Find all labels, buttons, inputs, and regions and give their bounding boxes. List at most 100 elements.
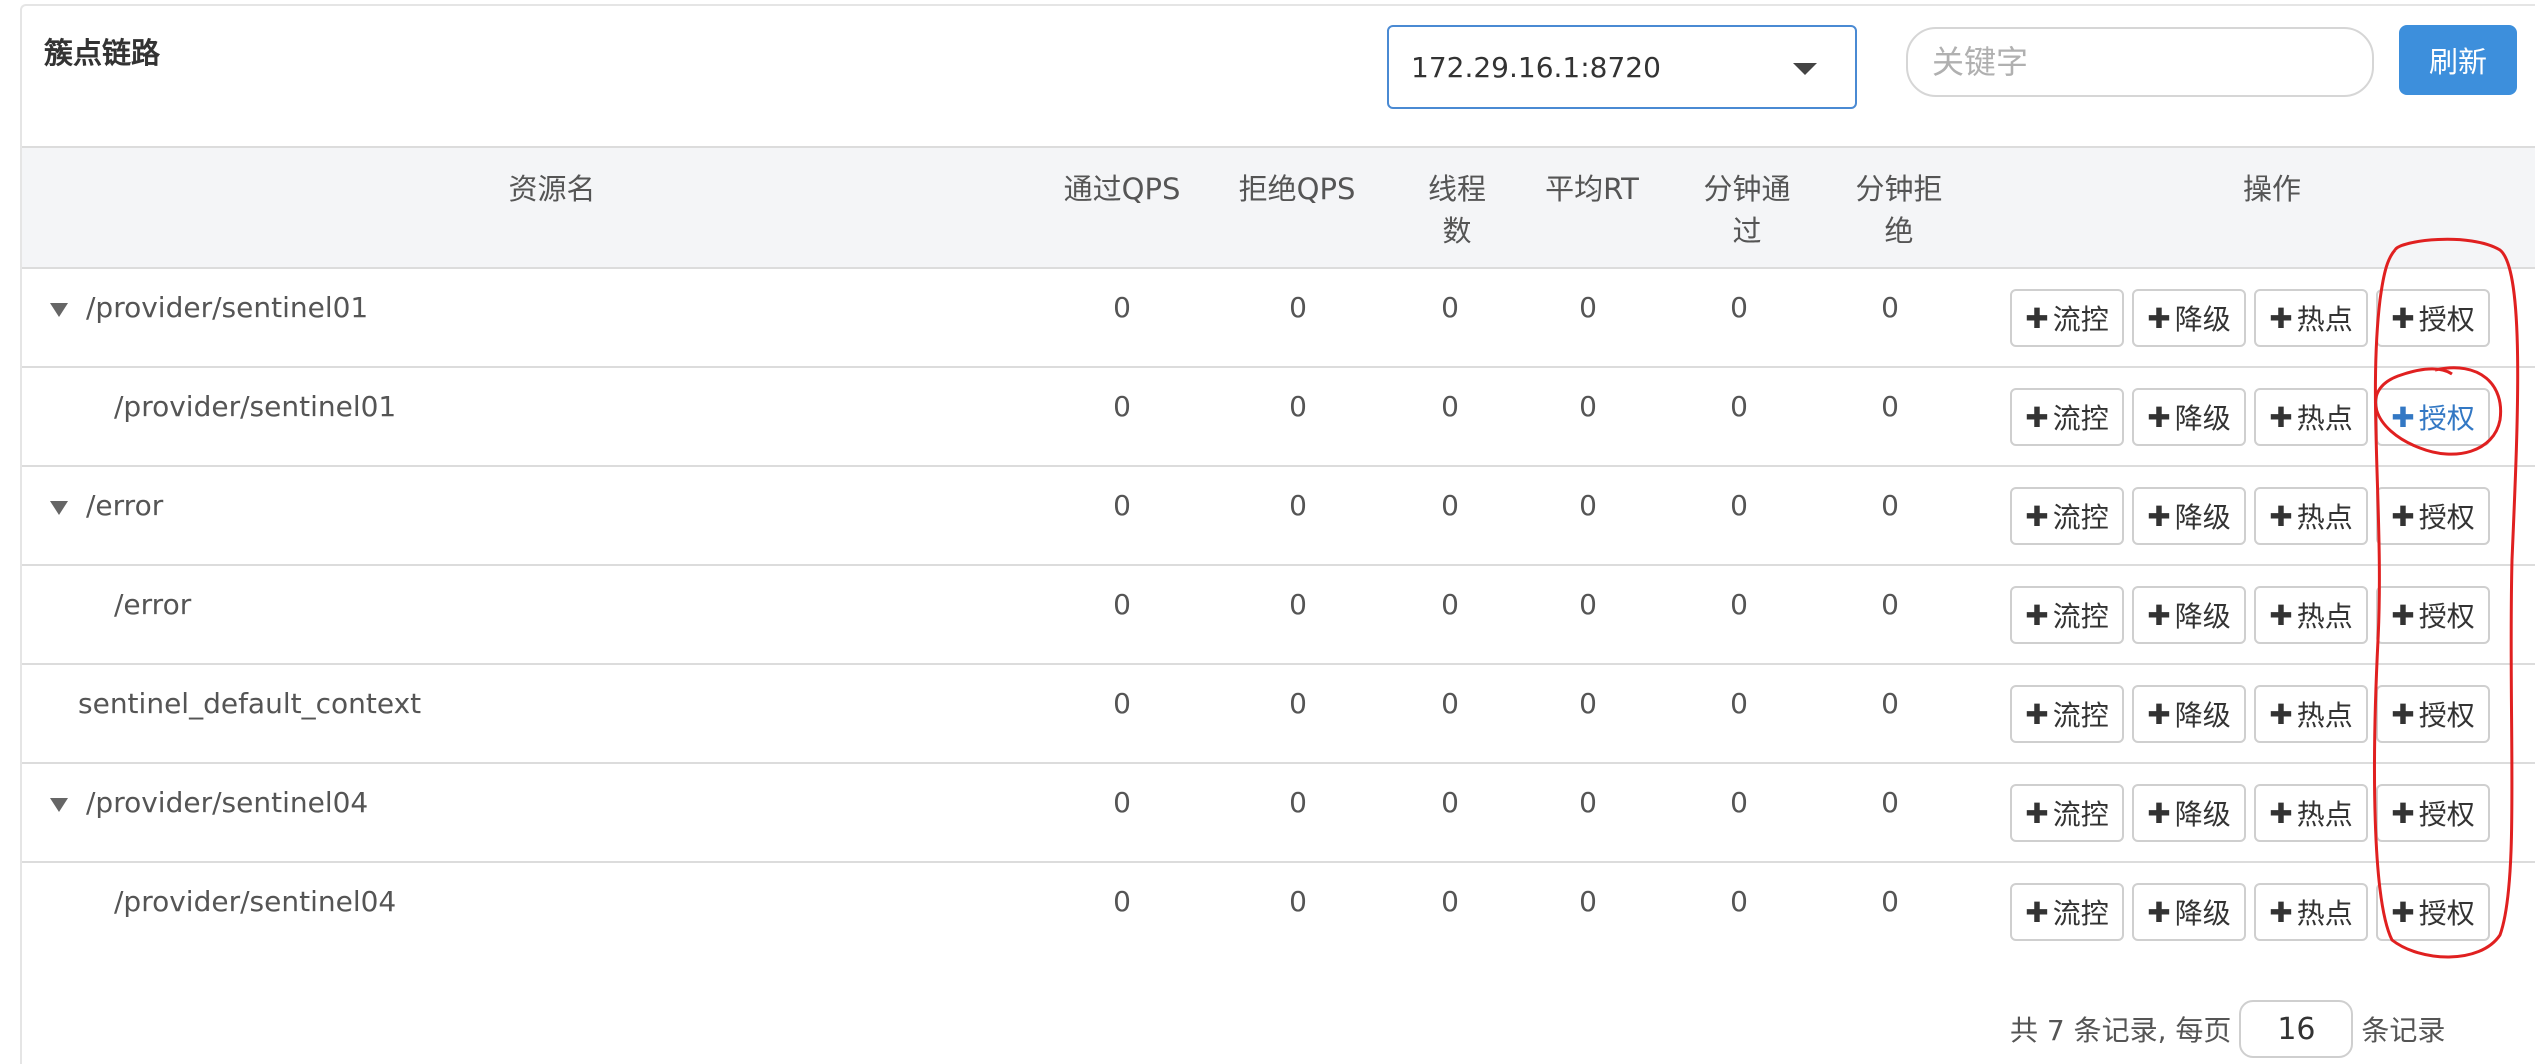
block-qps: 0	[1289, 489, 1307, 522]
threads: 0	[1441, 489, 1459, 522]
refresh-button[interactable]: 刷新	[2399, 25, 2517, 95]
plus-icon: ✚	[2391, 499, 2415, 533]
hot-param-rule-button[interactable]: ✚ 热点	[2254, 289, 2368, 347]
plus-icon: ✚	[2025, 895, 2049, 929]
plus-icon: ✚	[2269, 697, 2293, 731]
auth-rule-button[interactable]: ✚ 授权	[2376, 883, 2490, 941]
plus-icon: ✚	[2025, 697, 2049, 731]
threads: 0	[1441, 588, 1459, 621]
block-qps: 0	[1289, 687, 1307, 720]
col-threads-line2: 数	[1442, 214, 1472, 248]
flow-rule-button[interactable]: ✚ 流控	[2010, 883, 2124, 941]
threads: 0	[1441, 687, 1459, 720]
degrade-rule-button[interactable]: ✚ 降级	[2132, 586, 2246, 644]
plus-icon: ✚	[2147, 499, 2171, 533]
col-min-block: 分钟拒 绝	[1834, 168, 1964, 252]
avg-rt: 0	[1579, 885, 1597, 918]
plus-icon: ✚	[2147, 598, 2171, 632]
degrade-rule-button[interactable]: ✚ 降级	[2132, 289, 2246, 347]
plus-icon: ✚	[2391, 598, 2415, 632]
auth-rule-button[interactable]: ✚ 授权	[2376, 586, 2490, 644]
auth-rule-button[interactable]: ✚ 授权	[2376, 784, 2490, 842]
page-size-input[interactable]	[2239, 1000, 2354, 1058]
min-pass: 0	[1730, 390, 1748, 423]
hot-param-rule-button[interactable]: ✚ 热点	[2254, 883, 2368, 941]
degrade-rule-button[interactable]: ✚ 降级	[2132, 388, 2246, 446]
resource-name: /provider/sentinel01	[86, 291, 369, 324]
resource-name: /provider/sentinel04	[86, 786, 369, 819]
collapse-toggle-icon[interactable]	[50, 798, 68, 812]
plus-icon: ✚	[2269, 400, 2293, 434]
flow-rule-button[interactable]: ✚ 流控	[2010, 586, 2124, 644]
pagination-suffix: 条记录	[2361, 1014, 2446, 1047]
min-block: 0	[1881, 291, 1899, 324]
col-min-pass: 分钟通 过	[1682, 168, 1812, 252]
flow-rule-button[interactable]: ✚ 流控	[2010, 388, 2124, 446]
flow-rule-button[interactable]: ✚ 流控	[2010, 685, 2124, 743]
keyword-search-input[interactable]	[1906, 27, 2374, 97]
min-block: 0	[1881, 687, 1899, 720]
degrade-rule-button[interactable]: ✚ 降级	[2132, 784, 2246, 842]
plus-icon: ✚	[2269, 301, 2293, 335]
plus-icon: ✚	[2391, 796, 2415, 830]
avg-rt: 0	[1579, 291, 1597, 324]
hot-param-rule-button[interactable]: ✚ 热点	[2254, 685, 2368, 743]
machine-select[interactable]: 172.29.16.1:8720	[1387, 25, 1857, 109]
plus-icon: ✚	[2025, 796, 2049, 830]
min-pass: 0	[1730, 885, 1748, 918]
avg-rt: 0	[1579, 588, 1597, 621]
plus-icon: ✚	[2269, 796, 2293, 830]
hot-param-rule-button[interactable]: ✚ 热点	[2254, 388, 2368, 446]
auth-rule-button[interactable]: ✚ 授权	[2376, 289, 2490, 347]
block-qps: 0	[1289, 885, 1307, 918]
hot-param-rule-button[interactable]: ✚ 热点	[2254, 586, 2368, 644]
col-min-block-line2: 绝	[1884, 214, 1914, 248]
min-block: 0	[1881, 588, 1899, 621]
col-min-pass-line2: 过	[1732, 214, 1762, 248]
threads: 0	[1441, 885, 1459, 918]
min-block: 0	[1881, 885, 1899, 918]
auth-rule-button[interactable]: ✚ 授权	[2376, 388, 2490, 446]
plus-icon: ✚	[2269, 499, 2293, 533]
avg-rt: 0	[1579, 489, 1597, 522]
degrade-rule-button[interactable]: ✚ 降级	[2132, 685, 2246, 743]
pass-qps: 0	[1113, 489, 1131, 522]
hot-param-rule-button[interactable]: ✚ 热点	[2254, 784, 2368, 842]
plus-icon: ✚	[2391, 301, 2415, 335]
plus-icon: ✚	[2147, 796, 2171, 830]
auth-rule-button[interactable]: ✚ 授权	[2376, 487, 2490, 545]
block-qps: 0	[1289, 786, 1307, 819]
plus-icon: ✚	[2147, 895, 2171, 929]
pagination: 共 7 条记录, 每页 条记录	[2010, 1000, 2445, 1058]
col-block-qps: 拒绝QPS	[1238, 172, 1356, 206]
auth-rule-button[interactable]: ✚ 授权	[2376, 685, 2490, 743]
table-row: /provider/sentinel01 0 0 0 0 0 0 ✚ 流控 ✚ 降级…	[22, 368, 2535, 467]
plus-icon: ✚	[2147, 400, 2171, 434]
block-qps: 0	[1289, 588, 1307, 621]
plus-icon: ✚	[2391, 400, 2415, 434]
collapse-toggle-icon[interactable]	[50, 501, 68, 515]
page-title: 簇点链路	[44, 36, 161, 70]
plus-icon: ✚	[2391, 895, 2415, 929]
resource-name: /provider/sentinel04	[114, 885, 397, 918]
pass-qps: 0	[1113, 786, 1131, 819]
plus-icon: ✚	[2147, 697, 2171, 731]
degrade-rule-button[interactable]: ✚ 降级	[2132, 487, 2246, 545]
plus-icon: ✚	[2147, 301, 2171, 335]
flow-rule-button[interactable]: ✚ 流控	[2010, 784, 2124, 842]
table-row: sentinel_default_context 0 0 0 0 0 0 ✚ 流控…	[22, 665, 2535, 764]
table-row: /provider/sentinel04 0 0 0 0 0 0 ✚ 流控 ✚ 降级…	[22, 863, 2535, 962]
degrade-rule-button[interactable]: ✚ 降级	[2132, 883, 2246, 941]
hot-param-rule-button[interactable]: ✚ 热点	[2254, 487, 2368, 545]
col-pass-qps: 通过QPS	[1063, 172, 1181, 206]
avg-rt: 0	[1579, 687, 1597, 720]
flow-rule-button[interactable]: ✚ 流控	[2010, 487, 2124, 545]
flow-rule-button[interactable]: ✚ 流控	[2010, 289, 2124, 347]
plus-icon: ✚	[2269, 598, 2293, 632]
plus-icon: ✚	[2269, 895, 2293, 929]
min-pass: 0	[1730, 786, 1748, 819]
min-pass: 0	[1730, 489, 1748, 522]
avg-rt: 0	[1579, 390, 1597, 423]
threads: 0	[1441, 786, 1459, 819]
collapse-toggle-icon[interactable]	[50, 303, 68, 317]
